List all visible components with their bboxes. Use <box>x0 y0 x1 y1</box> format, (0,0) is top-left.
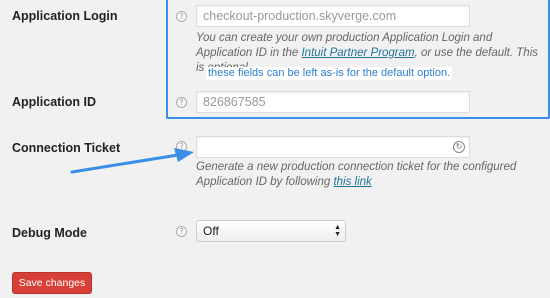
annotation-arrow-icon <box>70 148 194 174</box>
application-id-input[interactable]: 826867585 <box>196 91 470 113</box>
help-icon[interactable]: ? <box>176 226 187 237</box>
debug-mode-select[interactable]: Off ▲ ▼ <box>196 220 346 242</box>
help-icon[interactable]: ? <box>176 97 187 108</box>
this-link[interactable]: this link <box>333 176 371 188</box>
application-id-label: Application ID <box>12 95 97 109</box>
select-arrows-icon: ▲ ▼ <box>334 224 341 238</box>
refresh-icon[interactable]: ↻ <box>453 141 465 153</box>
help-icon[interactable]: ? <box>176 11 187 22</box>
connection-ticket-input[interactable]: ↻ <box>196 136 470 158</box>
connection-ticket-description: Generate a new production connection tic… <box>196 160 541 190</box>
debug-mode-label: Debug Mode <box>12 226 87 240</box>
debug-mode-selected-value: Off <box>203 224 219 238</box>
intuit-partner-program-link[interactable]: Intuit Partner Program <box>301 47 414 59</box>
annotation-note: these fields can be left as-is for the d… <box>206 67 453 80</box>
application-login-input[interactable]: checkout-production.skyverge.com <box>196 5 470 27</box>
save-changes-button[interactable]: Save changes <box>12 272 92 294</box>
application-login-label: Application Login <box>12 9 118 23</box>
